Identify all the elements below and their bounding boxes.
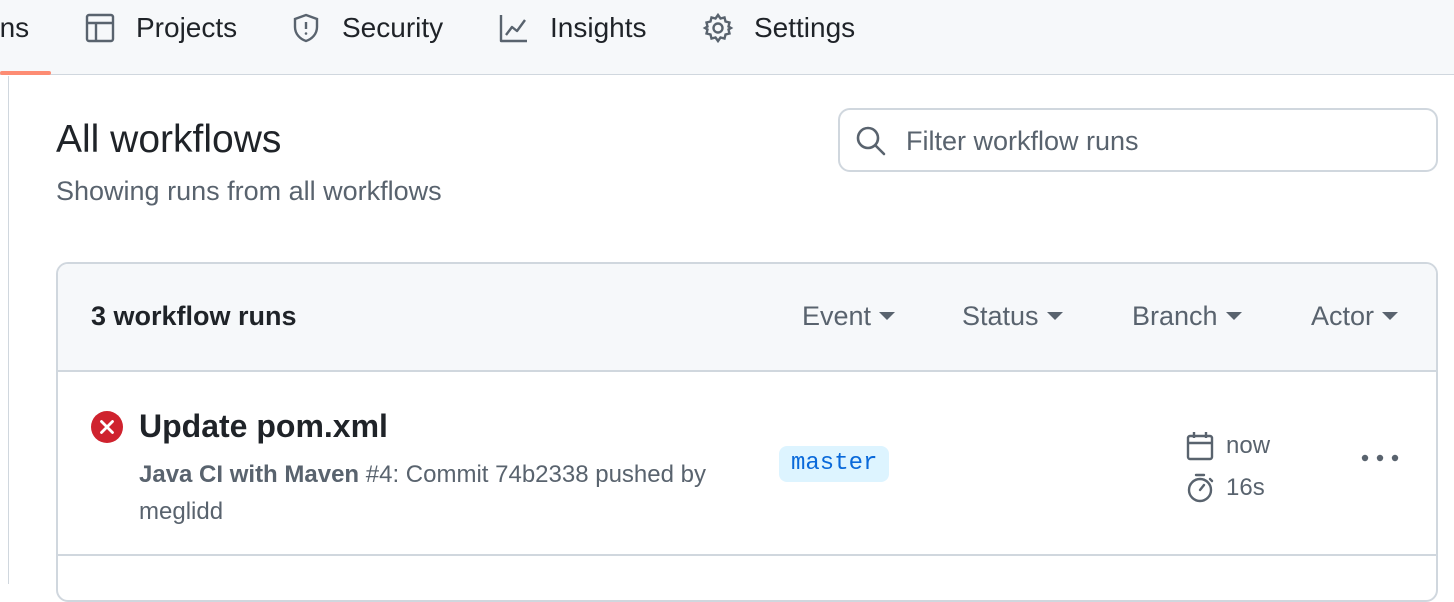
tab-security[interactable]: Security <box>290 0 443 56</box>
tab-label: ons <box>0 12 30 43</box>
actor-filter-dropdown[interactable]: Actor <box>1311 301 1399 332</box>
tab-insights[interactable]: Insights <box>498 0 647 56</box>
shield-icon <box>290 12 322 44</box>
selected-tab-underline <box>0 71 51 75</box>
branch-filter-dropdown[interactable]: Branch <box>1132 301 1242 332</box>
tab-label: Settings <box>754 12 856 43</box>
run-description: : Commit 74b2338 pushed by <box>392 461 706 488</box>
search-input[interactable] <box>904 118 1428 164</box>
run-number: #4 <box>365 461 393 488</box>
stopwatch-icon <box>1184 472 1216 504</box>
filter-label: Event <box>802 301 872 331</box>
gear-icon <box>702 12 734 44</box>
branch-badge[interactable]: master <box>779 446 890 482</box>
repo-nav: ons Projects Security Insights Settings <box>0 0 1454 75</box>
workflow-runs-box: 3 workflow runs Event Status Branch Acto… <box>56 262 1438 602</box>
run-when: now <box>1226 432 1271 459</box>
table-icon <box>84 12 116 44</box>
caret-down-icon <box>879 311 896 320</box>
tab-projects[interactable]: Projects <box>84 0 237 56</box>
kebab-horizontal-icon <box>1361 454 1399 462</box>
x-circle-fill-icon <box>90 410 124 444</box>
page-subtitle: Showing runs from all workflows <box>56 176 442 206</box>
kebab-menu-button[interactable] <box>1348 438 1412 478</box>
filter-label: Status <box>962 301 1039 331</box>
caret-down-icon <box>1046 311 1063 320</box>
run-meta: Java CI with Maven #4: Commit 74b2338 pu… <box>139 456 759 530</box>
tab-label: Security <box>342 12 444 43</box>
run-count: 3 workflow runs <box>91 301 297 331</box>
caret-down-icon <box>1225 311 1242 320</box>
workflow-run-row[interactable]: Update pom.xml Java CI with Maven #4: Co… <box>58 372 1436 556</box>
tab-settings[interactable]: Settings <box>702 0 855 56</box>
run-actor: meglidd <box>139 498 224 525</box>
graph-icon <box>498 12 530 44</box>
filter-label: Actor <box>1311 301 1375 331</box>
workflow-name: Java CI with Maven <box>139 461 360 488</box>
sidebar-divider <box>8 76 9 584</box>
search-icon <box>854 124 888 158</box>
run-time: now <box>1184 430 1270 462</box>
caret-down-icon <box>1382 311 1399 320</box>
filter-label: Branch <box>1132 301 1218 331</box>
tab-label: Insights <box>550 12 647 43</box>
tab-label: Projects <box>136 12 238 43</box>
filter-search-box[interactable] <box>838 108 1438 172</box>
tab-actions[interactable]: ons <box>0 0 29 56</box>
runs-header: 3 workflow runs Event Status Branch Acto… <box>58 264 1436 372</box>
run-title-link[interactable]: Update pom.xml <box>139 408 388 445</box>
run-duration: 16s <box>1184 472 1265 504</box>
run-duration-value: 16s <box>1226 474 1265 501</box>
page-title: All workflows <box>56 118 282 161</box>
calendar-icon <box>1184 430 1216 462</box>
event-filter-dropdown[interactable]: Event <box>802 301 896 332</box>
status-filter-dropdown[interactable]: Status <box>962 301 1063 332</box>
